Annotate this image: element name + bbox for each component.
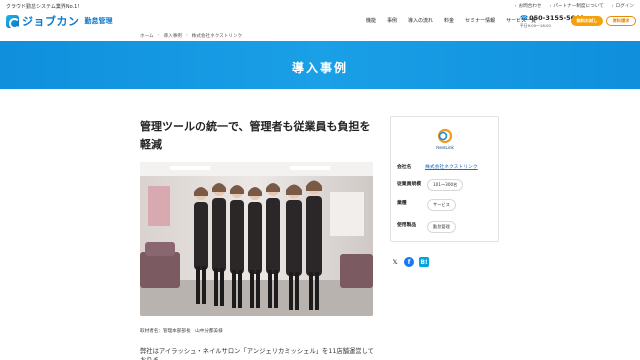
- hero-banner: 導入事例: [0, 41, 640, 89]
- contact-link[interactable]: › お問合わせ: [515, 3, 542, 9]
- industry-chip: サービス: [427, 199, 456, 211]
- site-header: ジョブカン 勤怠管理 機能 事例 導入の流れ 料金 セミナー情報 サービス一覧 …: [0, 10, 640, 32]
- company-logo-text: NextLink: [436, 145, 454, 150]
- staff-group-photo: [140, 162, 373, 316]
- phone-icon: ☎: [520, 14, 529, 22]
- partner-link[interactable]: › パートナー制度について: [550, 3, 604, 9]
- tagline: クラウド勤怠システム業界No.1！: [6, 4, 83, 10]
- arrow-icon: ›: [611, 4, 614, 9]
- login-link[interactable]: › ログイン: [612, 3, 634, 9]
- arrow-icon: ›: [514, 4, 517, 9]
- breadcrumb-separator-icon: ›: [185, 33, 188, 38]
- industry-label: 業種: [397, 201, 407, 206]
- site-logo[interactable]: ジョブカン 勤怠管理: [6, 13, 113, 29]
- employees-label: 従業員規模: [397, 182, 421, 187]
- main-nav: 機能 事例 導入の流れ 料金 セミナー情報 サービス一覧: [361, 17, 542, 24]
- hatena-icon[interactable]: B!: [419, 257, 429, 267]
- breadcrumb-current: 株式会社ネクストリンク: [191, 34, 243, 39]
- nav-item-features[interactable]: 機能: [361, 17, 382, 24]
- company-name-label: 会社名: [397, 165, 412, 170]
- product-label: 使用製品: [397, 223, 417, 228]
- breadcrumb: ホーム › 導入事例 › 株式会社ネクストリンク: [140, 33, 242, 39]
- nav-item-flow[interactable]: 導入の流れ: [403, 17, 439, 24]
- arrow-icon: ›: [549, 4, 552, 9]
- breadcrumb-home[interactable]: ホーム: [140, 33, 154, 39]
- employees-chip: 101～300名: [427, 179, 464, 191]
- nav-item-seminar[interactable]: セミナー情報: [460, 17, 501, 24]
- logo-mark-icon: [6, 14, 20, 29]
- photo-caption: 取材者名：管理本部部長 山中分都美様: [140, 329, 223, 334]
- product-chip: 勤怠管理: [427, 221, 456, 233]
- company-logo: NextLink: [436, 128, 455, 150]
- company-info-card: NextLink 会社名 株式会社ネクストリンク 従業員規模 101～300名 …: [390, 116, 499, 242]
- request-docs-button[interactable]: 資料請求: [606, 16, 636, 26]
- facebook-icon[interactable]: f: [404, 257, 414, 267]
- free-trial-button[interactable]: 無料お試し: [571, 16, 603, 26]
- company-name-link[interactable]: 株式会社ネクストリンク: [425, 163, 478, 170]
- article-body: 弊社はアイラッシュ・ネイルサロン「アンジェリカミッシェル」を11店舗運営しており…: [140, 348, 374, 360]
- x-icon[interactable]: 𝕏: [390, 257, 400, 267]
- breadcrumb-separator-icon: ›: [157, 33, 160, 38]
- case-photo: [140, 162, 373, 316]
- logo-text: ジョブカン: [22, 15, 80, 28]
- nav-item-cases[interactable]: 事例: [382, 17, 403, 24]
- breadcrumb-cases[interactable]: 導入事例: [164, 33, 182, 39]
- logo-subtext: 勤怠管理: [84, 17, 113, 25]
- article-title: 管理ツールの統一で、管理者も従業員も負担を軽減: [140, 120, 371, 151]
- nav-item-pricing[interactable]: 料金: [439, 17, 460, 24]
- utility-links: › お問合わせ › パートナー制度について › ログイン: [515, 3, 634, 9]
- page-title: 導入事例: [291, 61, 348, 75]
